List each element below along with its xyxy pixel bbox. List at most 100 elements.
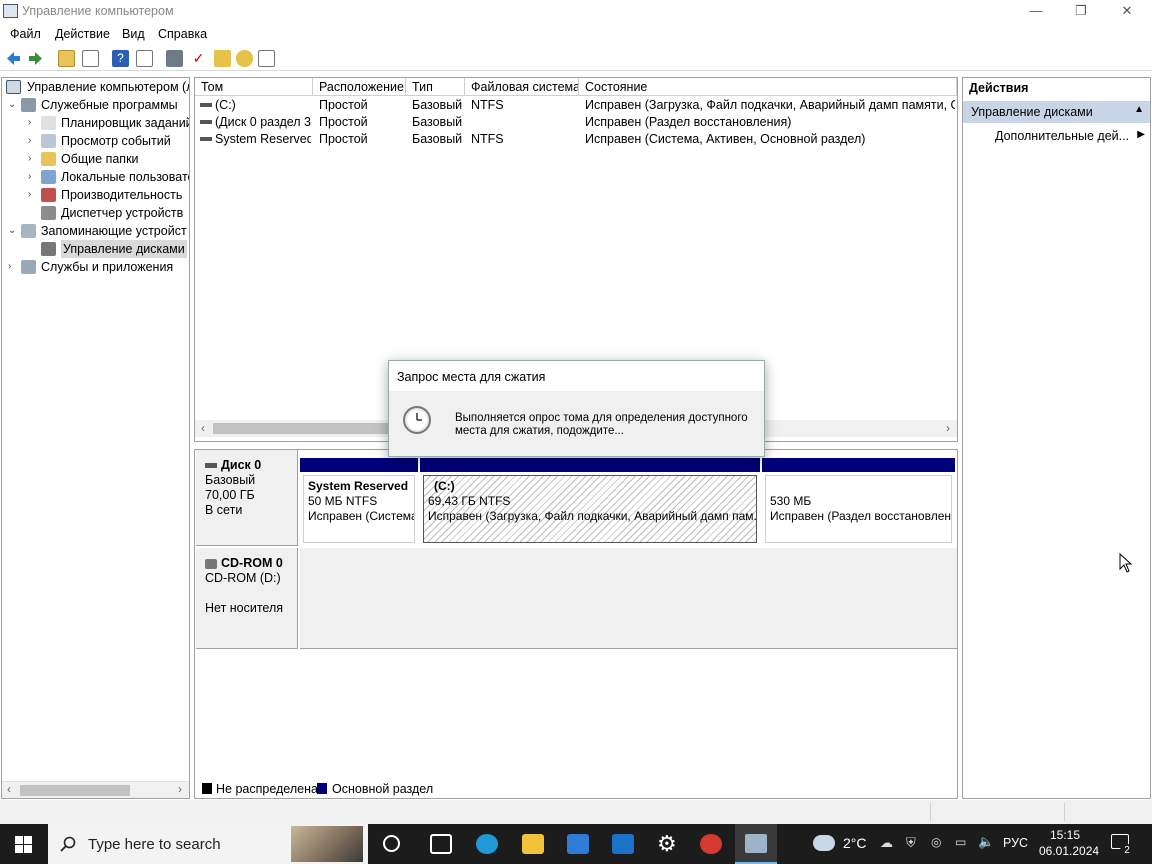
cdrom-area[interactable]: [300, 548, 957, 649]
chevron-right-icon[interactable]: ›: [28, 168, 40, 186]
chevron-down-icon[interactable]: ⌄: [8, 96, 20, 114]
menu-help[interactable]: Справка: [158, 27, 207, 41]
chevron-right-icon[interactable]: ›: [28, 186, 40, 204]
up-folder-icon[interactable]: [58, 50, 75, 67]
table-cell: System Reserved: [215, 132, 311, 146]
column-header-type[interactable]: Тип: [406, 78, 465, 96]
scroll-thumb[interactable]: [213, 423, 393, 434]
shared-folder-icon: [41, 152, 56, 166]
navigation-tree: Управление компьютером (л ⌄ Служебные про…: [1, 77, 190, 799]
actions-pane: Действия Управление дисками ▲ Дополнител…: [962, 77, 1151, 799]
weather-cloud-icon[interactable]: [813, 835, 835, 851]
actions-section-disk-management[interactable]: Управление дисками ▲: [963, 101, 1150, 123]
onedrive-icon[interactable]: ☁: [880, 835, 893, 851]
menu-action[interactable]: Действие: [55, 27, 110, 41]
services-icon: [21, 260, 36, 274]
search-icon[interactable]: [236, 50, 253, 67]
table-row[interactable]: (Диск 0 раздел 3) Простой Базовый Исправен …: [195, 114, 957, 131]
windows-start-icon[interactable]: [15, 836, 32, 853]
users-icon: [41, 170, 56, 184]
temperature[interactable]: 2°C: [843, 835, 867, 851]
checkmark-icon[interactable]: ✓: [190, 50, 207, 67]
tree-horizontal-scrollbar[interactable]: ‹ ›: [2, 781, 189, 798]
chevron-right-icon[interactable]: ›: [8, 258, 20, 276]
partition-c[interactable]: (C:) 69,43 ГБ NTFS Исправен (Загрузка, Ф…: [420, 458, 760, 546]
chevron-right-icon[interactable]: ›: [28, 150, 40, 168]
table-row[interactable]: System Reserved Простой Базовый NTFS Исправе…: [195, 131, 957, 148]
close-button[interactable]: ✕: [1104, 0, 1150, 24]
table-cell: [471, 114, 581, 131]
scroll-thumb[interactable]: [20, 785, 130, 796]
back-arrow-icon[interactable]: [5, 50, 22, 67]
forward-arrow-icon[interactable]: [27, 50, 44, 67]
table-cell: Простой: [319, 98, 368, 112]
more-actions-item[interactable]: Дополнительные дей... ▶: [995, 129, 1149, 147]
column-header-location[interactable]: Расположение: [313, 78, 406, 96]
scroll-right-icon[interactable]: ›: [946, 421, 950, 435]
table-cell: Простой: [319, 132, 368, 146]
scroll-left-icon[interactable]: ‹: [201, 421, 205, 435]
edge-icon[interactable]: [476, 834, 498, 854]
partition-bar: [300, 458, 418, 472]
menu-view[interactable]: Вид: [122, 27, 145, 41]
defender-icon[interactable]: ⛨: [906, 835, 916, 851]
mouse-cursor-icon: [1119, 553, 1133, 573]
file-explorer-icon[interactable]: [522, 834, 544, 854]
list-view-icon[interactable]: [258, 50, 275, 67]
tree-item-label: Служебные программы: [41, 98, 178, 112]
clock-icon: [41, 116, 56, 130]
store-icon[interactable]: [567, 834, 589, 854]
task-view-circle-icon[interactable]: [383, 835, 400, 852]
cdrom-drive: CD-ROM (D:): [205, 571, 281, 585]
mail-icon[interactable]: [612, 834, 634, 854]
menu-file[interactable]: Файл: [10, 27, 41, 41]
bird-illustration-icon: [291, 826, 363, 862]
connect-icon[interactable]: [166, 50, 183, 67]
volume-muted-icon[interactable]: 🔈: [978, 834, 994, 850]
taskbar-search-box[interactable]: Type here to search: [48, 824, 368, 864]
restore-button[interactable]: ❐: [1058, 0, 1104, 24]
column-header-filesystem[interactable]: Файловая система: [465, 78, 579, 96]
clock[interactable]: 15:15 06.01.2024: [1039, 827, 1099, 859]
camera-icon[interactable]: ◎: [931, 835, 941, 849]
status-divider: [1064, 803, 1065, 821]
chevron-right-icon[interactable]: ›: [28, 114, 40, 132]
tree-item-label: Общие папки: [61, 152, 139, 166]
table-cell: Базовый: [412, 98, 463, 112]
tools-icon: [21, 98, 36, 112]
chrome-icon[interactable]: [700, 834, 722, 854]
scroll-left-icon[interactable]: ‹: [7, 782, 11, 796]
collapse-up-icon[interactable]: ▲: [1134, 104, 1144, 115]
column-header-status[interactable]: Состояние: [579, 78, 957, 96]
properties-icon[interactable]: [136, 50, 153, 67]
task-view-icon[interactable]: [430, 834, 452, 854]
computer-management-taskbar-icon: [745, 834, 767, 853]
partition-status: Исправен (Загрузка, Файл подкачки, Авари…: [428, 509, 757, 523]
table-row[interactable]: (C:) Простой Базовый NTFS Исправен (Загрузка…: [195, 97, 957, 114]
table-cell: Исправен (Система, Активен, Основной раз…: [585, 132, 866, 146]
dialog-title: Запрос места для сжатия: [389, 361, 764, 391]
cdrom-info[interactable]: CD-ROM 0 CD-ROM (D:) Нет носителя: [196, 548, 298, 649]
computer-management-task[interactable]: [735, 824, 777, 864]
disk0-info[interactable]: Диск 0 Базовый 70,00 ГБ В сети: [196, 450, 298, 546]
title-bar: Управление компьютером — ❐ ✕: [0, 0, 1152, 24]
partition-status: Исправен (Раздел восстановлен: [770, 509, 951, 523]
show-hide-tree-icon[interactable]: [82, 50, 99, 67]
tree-item-label: Управление дисками: [61, 240, 187, 258]
disk-graphical-view: Диск 0 Базовый 70,00 ГБ В сети System Re…: [194, 449, 958, 799]
column-header-volume[interactable]: Том: [195, 78, 313, 96]
chevron-right-icon[interactable]: ›: [28, 132, 40, 150]
export-icon[interactable]: [214, 50, 231, 67]
partition-name: (C:): [434, 479, 455, 493]
settings-gear-icon[interactable]: ⚙: [657, 831, 677, 857]
minimize-button[interactable]: —: [1013, 0, 1059, 24]
language-indicator[interactable]: РУС: [1003, 836, 1028, 850]
partition-system-reserved[interactable]: System Reserved 50 МБ NTFS Исправен (Сис…: [300, 458, 418, 546]
help-icon[interactable]: ?: [112, 50, 129, 67]
partition-size: 530 МБ: [770, 494, 812, 508]
partition-recovery[interactable]: 530 МБ Исправен (Раздел восстановлен: [762, 458, 955, 546]
network-icon[interactable]: ▭: [955, 835, 966, 849]
chevron-down-icon[interactable]: ⌄: [8, 222, 20, 240]
scroll-right-icon[interactable]: ›: [178, 782, 182, 796]
table-cell: Исправен (Раздел восстановления): [585, 115, 792, 129]
